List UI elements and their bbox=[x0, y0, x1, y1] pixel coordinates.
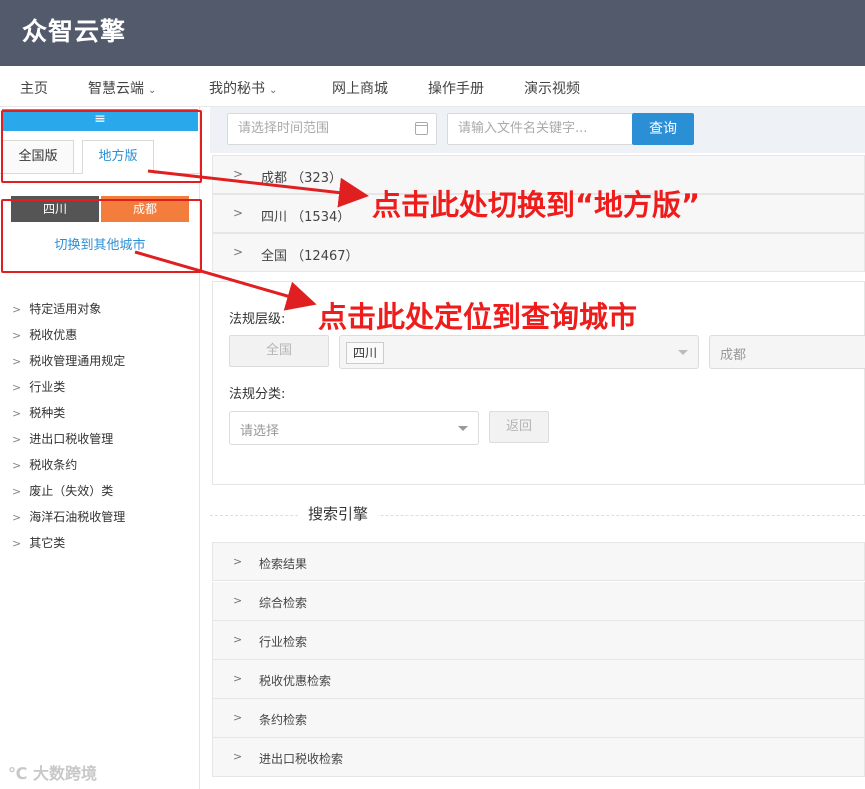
watermark: ℃ 大数跨境 bbox=[8, 764, 97, 783]
annotation-locate-city: 点击此处定位到查询城市 bbox=[318, 300, 638, 334]
annotation-arrows bbox=[134, 169, 369, 311]
arrow-to-edition-tab bbox=[147, 169, 369, 208]
arrow-to-city-switch bbox=[134, 250, 317, 311]
annotation-switch-edition: 点击此处切换到“地方版” bbox=[372, 188, 701, 222]
watermark-logo-icon: ℃ bbox=[8, 764, 33, 783]
